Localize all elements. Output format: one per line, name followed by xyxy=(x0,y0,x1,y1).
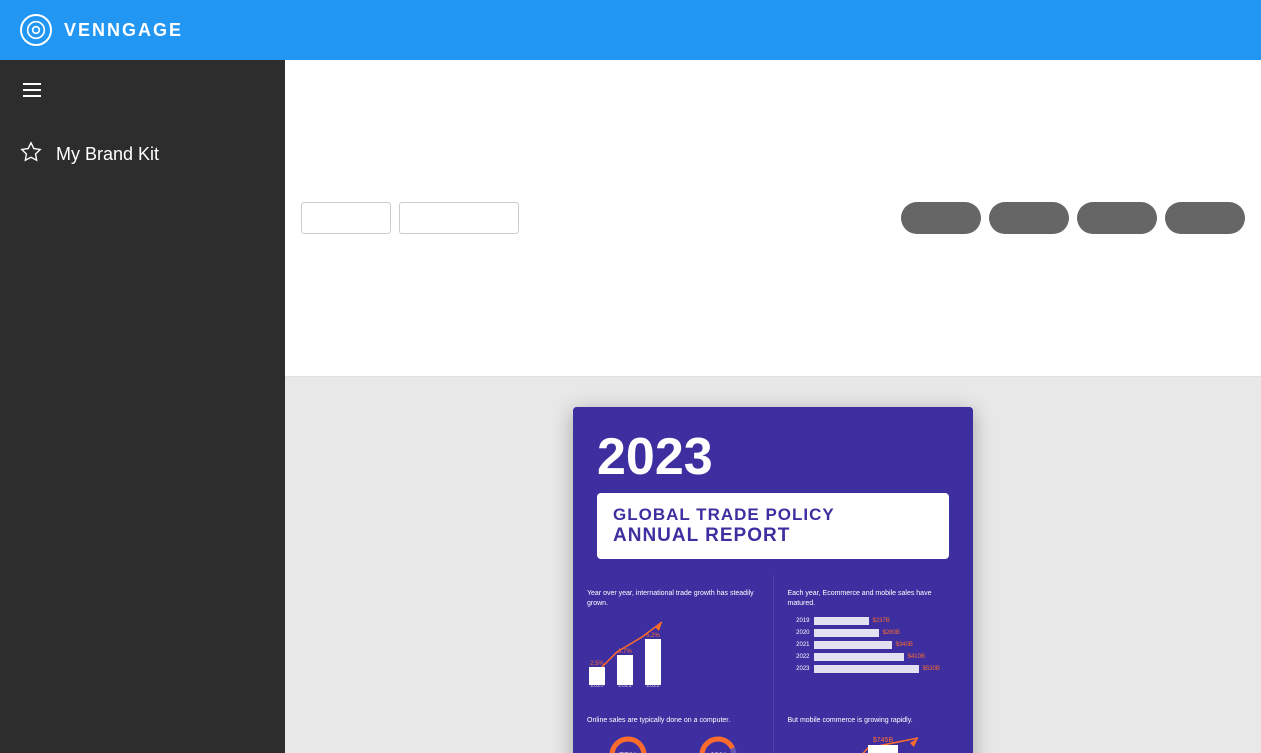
star-icon xyxy=(20,141,42,168)
stats-row-1: Year over year, international trade grow… xyxy=(573,575,973,702)
stat-label-1: Year over year, international trade grow… xyxy=(587,589,759,609)
infographic-title-box: GLOBAL TRADE POLICY ANNUAL REPORT xyxy=(597,493,949,559)
svg-text:2020: 2020 xyxy=(590,683,604,687)
svg-text:3.7%: 3.7% xyxy=(618,649,632,655)
h-bar-row-2022: 2022 $410B xyxy=(788,653,960,661)
toolbar-button-4[interactable] xyxy=(1165,202,1245,234)
toolbar-input-1[interactable] xyxy=(301,202,391,234)
toolbar-input-2[interactable] xyxy=(399,202,519,234)
bar-chart-svg-1: 2.5% 3.7% 5.2% 2020 2021 2022 xyxy=(587,617,672,687)
bar-chart-svg-2: $133B $745B 2015 2022 xyxy=(788,733,948,753)
svg-text:$745B: $745B xyxy=(872,737,893,744)
donut-svg-desktop: 75% xyxy=(606,733,650,753)
svg-text:2022: 2022 xyxy=(646,683,660,687)
svg-text:5.2%: 5.2% xyxy=(646,633,660,639)
navbar: VENNGAGE xyxy=(0,0,1261,60)
sidebar-item-brand-kit[interactable]: My Brand Kit xyxy=(0,125,285,184)
stat-label-3: Online sales are typically done on a com… xyxy=(587,716,759,726)
h-bar-row-2023: 2023 $530B xyxy=(788,665,960,673)
infographic-title-sub: ANNUAL REPORT xyxy=(613,525,933,547)
brand-kit-label: My Brand Kit xyxy=(56,144,159,165)
donut-svg-tablet: 43% xyxy=(696,733,740,753)
stat-box-trade-growth: Year over year, international trade grow… xyxy=(573,575,774,702)
stats-row-2: Online sales are typically done on a com… xyxy=(573,702,973,753)
toolbar-button-1[interactable] xyxy=(901,202,981,234)
content-area: 2023 GLOBAL TRADE POLICY ANNUAL REPORT Y… xyxy=(285,60,1261,753)
stat-label-4: But mobile commerce is growing rapidly. xyxy=(788,716,960,726)
toolbar xyxy=(285,60,1261,377)
infographic-year: 2023 xyxy=(597,431,949,483)
svg-text:2.5%: 2.5% xyxy=(590,661,604,667)
infographic-title-main: GLOBAL TRADE POLICY xyxy=(613,505,933,525)
sidebar: My Brand Kit xyxy=(0,60,285,753)
stat-box-online-sales: Online sales are typically done on a com… xyxy=(573,702,774,753)
toolbar-button-3[interactable] xyxy=(1077,202,1157,234)
infographic-card: 2023 GLOBAL TRADE POLICY ANNUAL REPORT Y… xyxy=(573,407,973,753)
donut-grid: 75% Desktop/Laptop 43% xyxy=(587,733,759,753)
logo-icon xyxy=(20,14,52,46)
donut-item-desktop: 75% Desktop/Laptop xyxy=(587,733,669,753)
stat-box-ecommerce: Each year, Ecommerce and mobile sales ha… xyxy=(774,575,974,702)
donut-item-tablet: 43% Tablet xyxy=(677,733,759,753)
brand-logo-text: VENNGAGE xyxy=(64,20,183,41)
toolbar-button-2[interactable] xyxy=(989,202,1069,234)
stat-label-2: Each year, Ecommerce and mobile sales ha… xyxy=(788,589,960,609)
canvas-area: 2023 GLOBAL TRADE POLICY ANNUAL REPORT Y… xyxy=(285,377,1261,753)
infographic-header: 2023 GLOBAL TRADE POLICY ANNUAL REPORT xyxy=(573,407,973,575)
stat-box-mobile: But mobile commerce is growing rapidly. … xyxy=(774,702,974,753)
h-bar-row-2020: 2020 $280B xyxy=(788,629,960,637)
h-bar-row-2019: 2019 $237B xyxy=(788,617,960,625)
h-bar-chart: 2019 $237B 2020 $280B 2021 xyxy=(788,617,960,673)
h-bar-row-2021: 2021 $340B xyxy=(788,641,960,649)
hamburger-menu-button[interactable] xyxy=(0,60,285,125)
main-layout: My Brand Kit 2023 GLOBAL TRADE POLICY xyxy=(0,60,1261,753)
svg-text:2021: 2021 xyxy=(618,683,632,687)
